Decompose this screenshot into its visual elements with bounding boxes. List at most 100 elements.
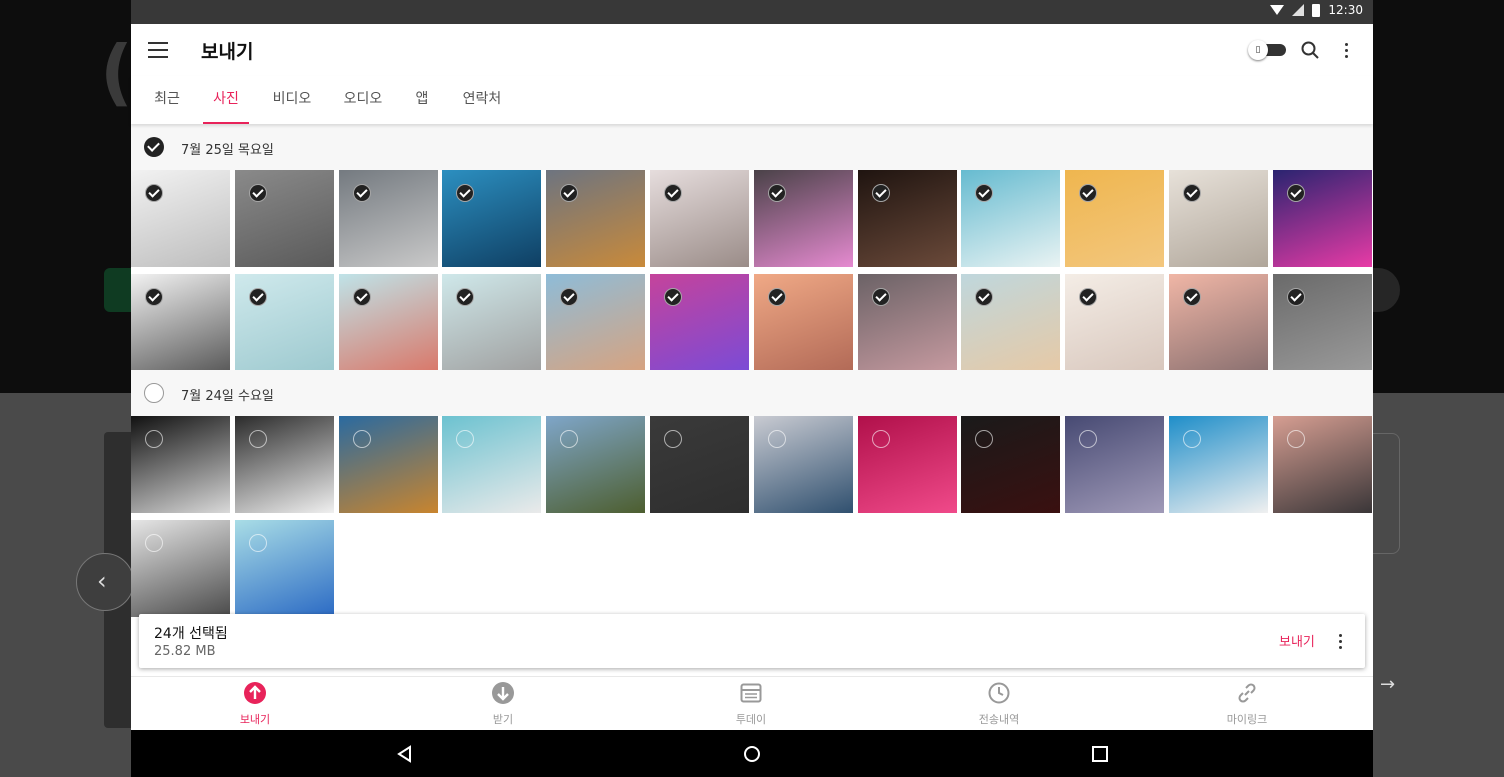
date-header: 7월 24일 수요일 [131, 370, 1373, 416]
photo-checkbox[interactable] [145, 534, 163, 552]
photo-checkbox[interactable] [768, 430, 786, 448]
photo-thumbnail[interactable] [858, 170, 957, 267]
photo-thumbnail[interactable] [235, 416, 334, 513]
photo-thumbnail[interactable] [235, 520, 334, 617]
photo-checkbox[interactable] [456, 430, 474, 448]
photo-thumbnail[interactable] [131, 274, 230, 371]
photo-checkbox[interactable] [1079, 184, 1097, 202]
photo-checkbox[interactable] [872, 184, 890, 202]
photo-thumbnail[interactable] [339, 274, 438, 371]
photo-thumbnail[interactable] [442, 274, 541, 371]
photo-thumbnail[interactable] [1169, 274, 1268, 371]
select-all-group-checkbox[interactable] [144, 137, 164, 157]
photo-thumbnail[interactable] [546, 416, 645, 513]
photo-thumbnail[interactable] [131, 520, 230, 617]
nav-receive[interactable]: 받기 [379, 677, 627, 731]
photo-checkbox[interactable] [1183, 288, 1201, 306]
more-options-icon[interactable] [1339, 40, 1353, 60]
photo-thumbnail[interactable] [1065, 274, 1164, 371]
photo-thumbnail[interactable] [339, 170, 438, 267]
tab-audio[interactable]: 오디오 [343, 76, 383, 124]
search-icon[interactable] [1301, 41, 1319, 59]
photo-thumbnail[interactable] [754, 416, 853, 513]
select-all-group-checkbox[interactable] [144, 383, 164, 403]
photo-thumbnail[interactable] [1273, 416, 1372, 513]
photo-checkbox[interactable] [249, 430, 267, 448]
photo-checkbox[interactable] [1287, 430, 1305, 448]
photo-checkbox[interactable] [975, 430, 993, 448]
hamburger-menu-icon[interactable] [148, 42, 168, 58]
nav-history[interactable]: 전송내역 [875, 677, 1123, 731]
photo-checkbox[interactable] [664, 288, 682, 306]
photo-thumbnail[interactable] [858, 416, 957, 513]
photo-checkbox[interactable] [1183, 430, 1201, 448]
send-button[interactable]: 보내기 [1279, 631, 1315, 650]
photo-thumbnail[interactable] [1169, 170, 1268, 267]
photo-thumbnail[interactable] [546, 170, 645, 267]
photo-checkbox[interactable] [975, 184, 993, 202]
photo-checkbox[interactable] [145, 430, 163, 448]
back-icon[interactable] [393, 742, 417, 766]
photo-thumbnail[interactable] [961, 416, 1060, 513]
photo-thumbnail[interactable] [961, 274, 1060, 371]
photo-checkbox[interactable] [353, 430, 371, 448]
nav-today[interactable]: 투데이 [627, 677, 875, 731]
photo-thumbnail[interactable] [1273, 170, 1372, 267]
photo-checkbox[interactable] [872, 430, 890, 448]
photo-thumbnail[interactable] [1169, 416, 1268, 513]
more-options-icon[interactable] [1333, 631, 1347, 651]
photo-thumbnail[interactable] [442, 170, 541, 267]
tab-contacts[interactable]: 연락처 [462, 76, 502, 124]
tab-video[interactable]: 비디오 [272, 76, 312, 124]
photo-thumbnail[interactable] [235, 274, 334, 371]
photo-thumbnail[interactable] [131, 416, 230, 513]
mode-toggle[interactable]: ▯ [1248, 40, 1286, 60]
photo-thumbnail[interactable] [131, 170, 230, 267]
photo-checkbox[interactable] [1287, 184, 1305, 202]
photo-checkbox[interactable] [560, 184, 578, 202]
photo-thumbnail[interactable] [961, 170, 1060, 267]
photo-thumbnail[interactable] [1065, 170, 1164, 267]
photo-thumbnail[interactable] [1065, 416, 1164, 513]
photo-thumbnail[interactable] [339, 416, 438, 513]
photo-checkbox[interactable] [353, 184, 371, 202]
photo-checkbox[interactable] [560, 430, 578, 448]
photo-checkbox[interactable] [1183, 184, 1201, 202]
photo-checkbox[interactable] [145, 184, 163, 202]
photo-checkbox[interactable] [145, 288, 163, 306]
photo-checkbox[interactable] [456, 184, 474, 202]
photo-checkbox[interactable] [768, 184, 786, 202]
photo-checkbox[interactable] [664, 184, 682, 202]
recents-icon[interactable] [1088, 742, 1112, 766]
photo-thumbnail[interactable] [650, 170, 749, 267]
photo-thumbnail[interactable] [754, 170, 853, 267]
nav-mylink[interactable]: 마이링크 [1123, 677, 1371, 731]
photo-thumbnail[interactable] [650, 416, 749, 513]
photo-checkbox[interactable] [560, 288, 578, 306]
photo-checkbox[interactable] [249, 288, 267, 306]
home-icon[interactable] [740, 742, 764, 766]
photo-checkbox[interactable] [975, 288, 993, 306]
photo-checkbox[interactable] [249, 184, 267, 202]
photo-checkbox[interactable] [249, 534, 267, 552]
photo-checkbox[interactable] [1079, 430, 1097, 448]
photo-checkbox[interactable] [1079, 288, 1097, 306]
photo-thumbnail[interactable] [650, 274, 749, 371]
arrow-right-icon: → [1380, 674, 1396, 695]
tab-photos[interactable]: 사진 [203, 76, 249, 124]
tab-apps[interactable]: 앱 [415, 76, 429, 124]
photo-checkbox[interactable] [353, 288, 371, 306]
tab-recent[interactable]: 최근 [153, 76, 181, 124]
nav-send[interactable]: 보내기 [131, 677, 379, 731]
photo-thumbnail[interactable] [442, 416, 541, 513]
photo-thumbnail[interactable] [546, 274, 645, 371]
photo-checkbox[interactable] [664, 430, 682, 448]
photo-checkbox[interactable] [1287, 288, 1305, 306]
photo-thumbnail[interactable] [858, 274, 957, 371]
photo-checkbox[interactable] [768, 288, 786, 306]
photo-checkbox[interactable] [872, 288, 890, 306]
photo-thumbnail[interactable] [754, 274, 853, 371]
photo-thumbnail[interactable] [235, 170, 334, 267]
photo-thumbnail[interactable] [1273, 274, 1372, 371]
photo-checkbox[interactable] [456, 288, 474, 306]
